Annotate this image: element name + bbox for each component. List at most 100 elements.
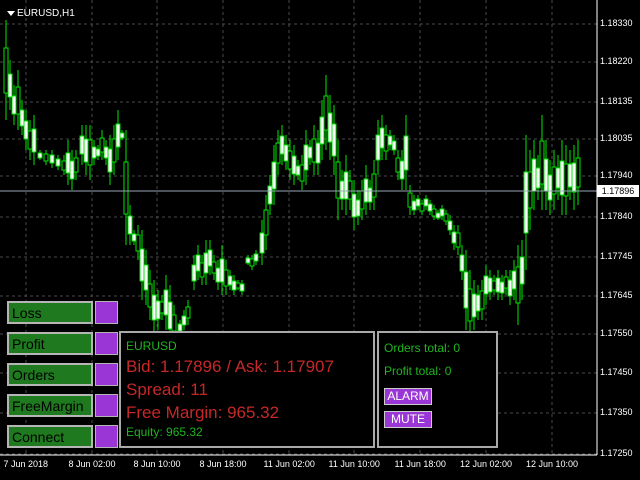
candle-body <box>227 275 233 286</box>
candle-body <box>171 314 177 332</box>
candle-body <box>79 135 85 155</box>
candle-body <box>191 264 197 282</box>
candle-body <box>351 193 357 218</box>
candle-body <box>135 234 141 252</box>
price-tick-label: 1.17940 <box>600 170 633 180</box>
time-tick-label: 11 Jun 10:00 <box>328 459 380 469</box>
alarm-button[interactable]: ALARM <box>384 388 432 405</box>
connect-toggle[interactable] <box>95 425 118 448</box>
orders-toggle[interactable] <box>95 363 118 386</box>
candle-body <box>435 212 441 219</box>
free-margin-text: Free Margin: 965.32 <box>126 403 280 422</box>
chart-symbol-label: EURUSD,H1 <box>17 8 75 19</box>
profit-button-label: Profit <box>12 336 45 352</box>
candle-body <box>327 112 333 143</box>
spread-text: Spread: 11 <box>126 380 208 399</box>
candle-body <box>527 171 533 209</box>
candle-body <box>531 158 537 192</box>
candle-body <box>319 116 325 145</box>
candle-body <box>443 213 449 222</box>
candle-body <box>519 256 525 285</box>
candle-body <box>419 203 425 212</box>
candle-body <box>103 146 109 159</box>
candle-body <box>535 167 541 189</box>
price-tick-label: 1.18035 <box>600 133 633 143</box>
candle-body <box>343 171 349 200</box>
price-tick-label: 1.18220 <box>600 56 633 66</box>
price-tick-label: 1.17450 <box>600 367 633 377</box>
candle-body <box>263 209 269 236</box>
candle-body <box>7 73 13 98</box>
time-tick-label: 7 Jun 2018 <box>3 459 49 469</box>
candle-body <box>483 275 489 295</box>
price-tick-label: 1.17645 <box>600 290 633 300</box>
candle-body <box>451 231 457 244</box>
candle-body <box>107 148 113 173</box>
orders-button[interactable]: Orders <box>7 363 93 386</box>
profit-toggle[interactable] <box>95 332 118 355</box>
candle-body <box>555 167 561 189</box>
candle-body <box>203 252 209 274</box>
candle-body <box>427 203 433 212</box>
candle-body <box>199 262 205 278</box>
candle-body <box>115 123 121 148</box>
profit-button[interactable]: Profit <box>7 332 93 355</box>
candle-body <box>143 264 149 291</box>
candle-body <box>347 180 353 200</box>
candle-body <box>395 157 401 173</box>
loss-button[interactable]: Loss <box>7 301 93 324</box>
time-tick-label: 12 Jun 10:00 <box>526 459 579 469</box>
candle-body <box>119 132 125 139</box>
current-price-badge: 1.17896 <box>597 185 639 197</box>
candle-body <box>387 135 393 146</box>
candle-body <box>231 280 237 291</box>
candle-body <box>151 294 157 321</box>
freemargin-button[interactable]: FreeMargin <box>7 394 93 417</box>
candle-body <box>495 277 501 293</box>
candle-body <box>95 148 101 157</box>
candle-body <box>399 160 405 180</box>
time-tick-label: 8 Jun 02:00 <box>68 459 116 469</box>
profit-total-text: Profit total: 0 <box>384 364 452 378</box>
candle-body <box>267 185 273 205</box>
mute-button[interactable]: MUTE <box>384 411 432 428</box>
candle-body <box>355 199 361 217</box>
candle-body <box>403 135 409 171</box>
candle-body <box>15 86 21 115</box>
bid-ask-text: Bid: 1.17896 / Ask: 1.17907 <box>126 357 334 376</box>
candle-body <box>523 171 529 234</box>
candle-body <box>367 187 373 203</box>
candle-body <box>299 164 305 182</box>
candle-body <box>491 280 497 291</box>
candle-body <box>65 152 71 174</box>
candle-body <box>543 158 549 192</box>
candle-body <box>307 146 313 159</box>
loss-toggle[interactable] <box>95 301 118 324</box>
candle-body <box>245 257 251 264</box>
price-tick-label: 1.18330 <box>600 18 633 28</box>
connect-button[interactable]: Connect <box>7 425 93 448</box>
candle-body <box>23 120 29 140</box>
candle-body <box>479 290 485 310</box>
candle-body <box>335 161 341 199</box>
candle-body <box>207 249 213 267</box>
candle-body <box>111 138 117 163</box>
candle-body <box>459 254 465 272</box>
candle-body <box>359 190 365 210</box>
candle-body <box>219 258 225 283</box>
candle-body <box>69 160 75 180</box>
candle-body <box>91 146 97 159</box>
symbol-label: EURUSD <box>126 339 177 353</box>
price-tick-label: 1.18135 <box>600 96 633 106</box>
equity-text: Equity: 965.32 <box>126 425 203 439</box>
freemargin-toggle[interactable] <box>95 394 118 417</box>
candle-body <box>3 47 9 94</box>
dropdown-arrow-icon[interactable] <box>7 10 15 16</box>
orders-stats-panel: Orders total: 0 Profit total: 0 ALARM MU… <box>377 331 498 448</box>
price-tick-label: 1.17745 <box>600 251 633 261</box>
time-tick-label: 11 Jun 18:00 <box>394 459 446 469</box>
candle-body <box>83 138 89 163</box>
candle-body <box>19 109 25 127</box>
candle-body <box>235 282 241 289</box>
candle-body <box>423 198 429 207</box>
